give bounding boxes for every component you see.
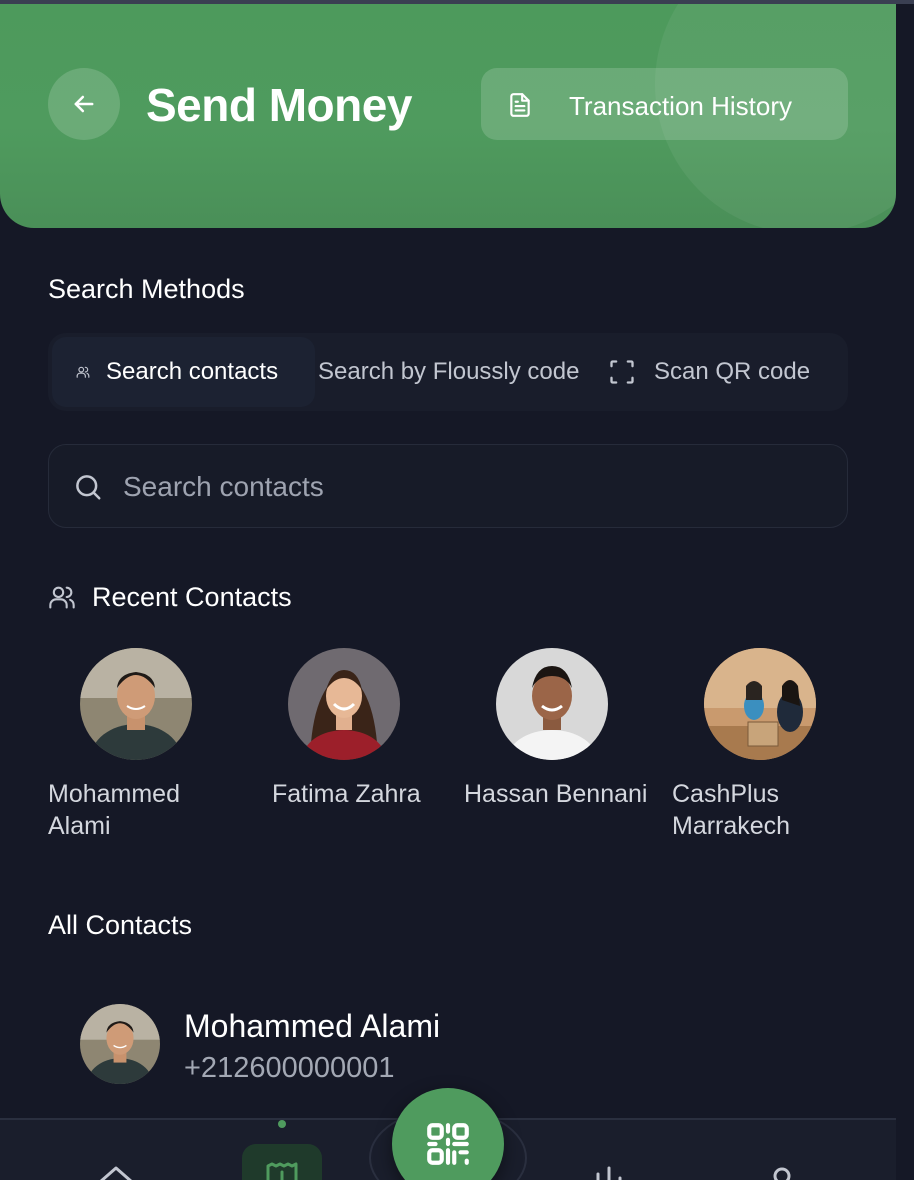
avatar: [80, 1004, 160, 1084]
tab-scan-qr[interactable]: Scan QR code: [608, 333, 810, 411]
arrow-left-icon: [74, 95, 94, 113]
search-box: [48, 444, 848, 528]
nav-item-transfer[interactable]: [242, 1144, 322, 1180]
users-icon: [48, 583, 76, 616]
page-title: Send Money: [146, 79, 412, 131]
transfer-icon: [266, 1162, 298, 1180]
scan-frame-icon: [610, 360, 634, 384]
tab-search-contacts-label: Search contacts: [106, 358, 279, 385]
tab-search-by-code[interactable]: Search by Floussly code: [318, 333, 579, 411]
home-icon[interactable]: [96, 1164, 136, 1180]
transaction-history-label: Transaction History: [569, 91, 792, 121]
search-methods-title: Search Methods: [48, 274, 245, 304]
recent-contact-name: Fatima Zahra: [272, 780, 421, 808]
scan-qr-fab[interactable]: [392, 1088, 504, 1180]
back-button[interactable]: [48, 68, 120, 140]
search-methods-tabs: Search contacts Search by Floussly code …: [48, 333, 848, 411]
profile-icon[interactable]: [768, 1166, 796, 1180]
contact-phone: +212600000001: [184, 1052, 395, 1084]
active-indicator-dot: [278, 1120, 286, 1128]
all-contacts-title: All Contacts: [48, 910, 193, 940]
contact-row[interactable]: Mohammed Alami +212600000001: [80, 1004, 840, 1086]
avatar: [288, 648, 400, 760]
users-icon: [76, 366, 90, 378]
recent-contact-name: CashPlus Marrakech: [672, 780, 791, 840]
avatar: [704, 648, 816, 760]
tab-scan-qr-label: Scan QR code: [654, 358, 811, 385]
recent-contact-name: Hassan Bennani: [464, 780, 648, 808]
header: Send Money Transaction History: [0, 4, 896, 228]
document-icon: [507, 92, 533, 123]
recent-contact-name: Mohammed Alami: [48, 780, 180, 840]
qr-code-icon: [423, 1119, 473, 1174]
tab-search-by-code-label: Search by Floussly code: [318, 358, 580, 385]
tab-search-contacts[interactable]: Search contacts: [52, 337, 315, 407]
search-icon: [73, 472, 103, 507]
recent-contacts-title: Recent Contacts: [92, 582, 292, 612]
stats-icon[interactable]: [592, 1166, 632, 1180]
avatar: [80, 648, 192, 760]
contact-name: Mohammed Alami: [184, 1008, 441, 1044]
transaction-history-button[interactable]: Transaction History: [481, 68, 848, 140]
search-input[interactable]: [123, 465, 823, 509]
avatar: [496, 648, 608, 760]
